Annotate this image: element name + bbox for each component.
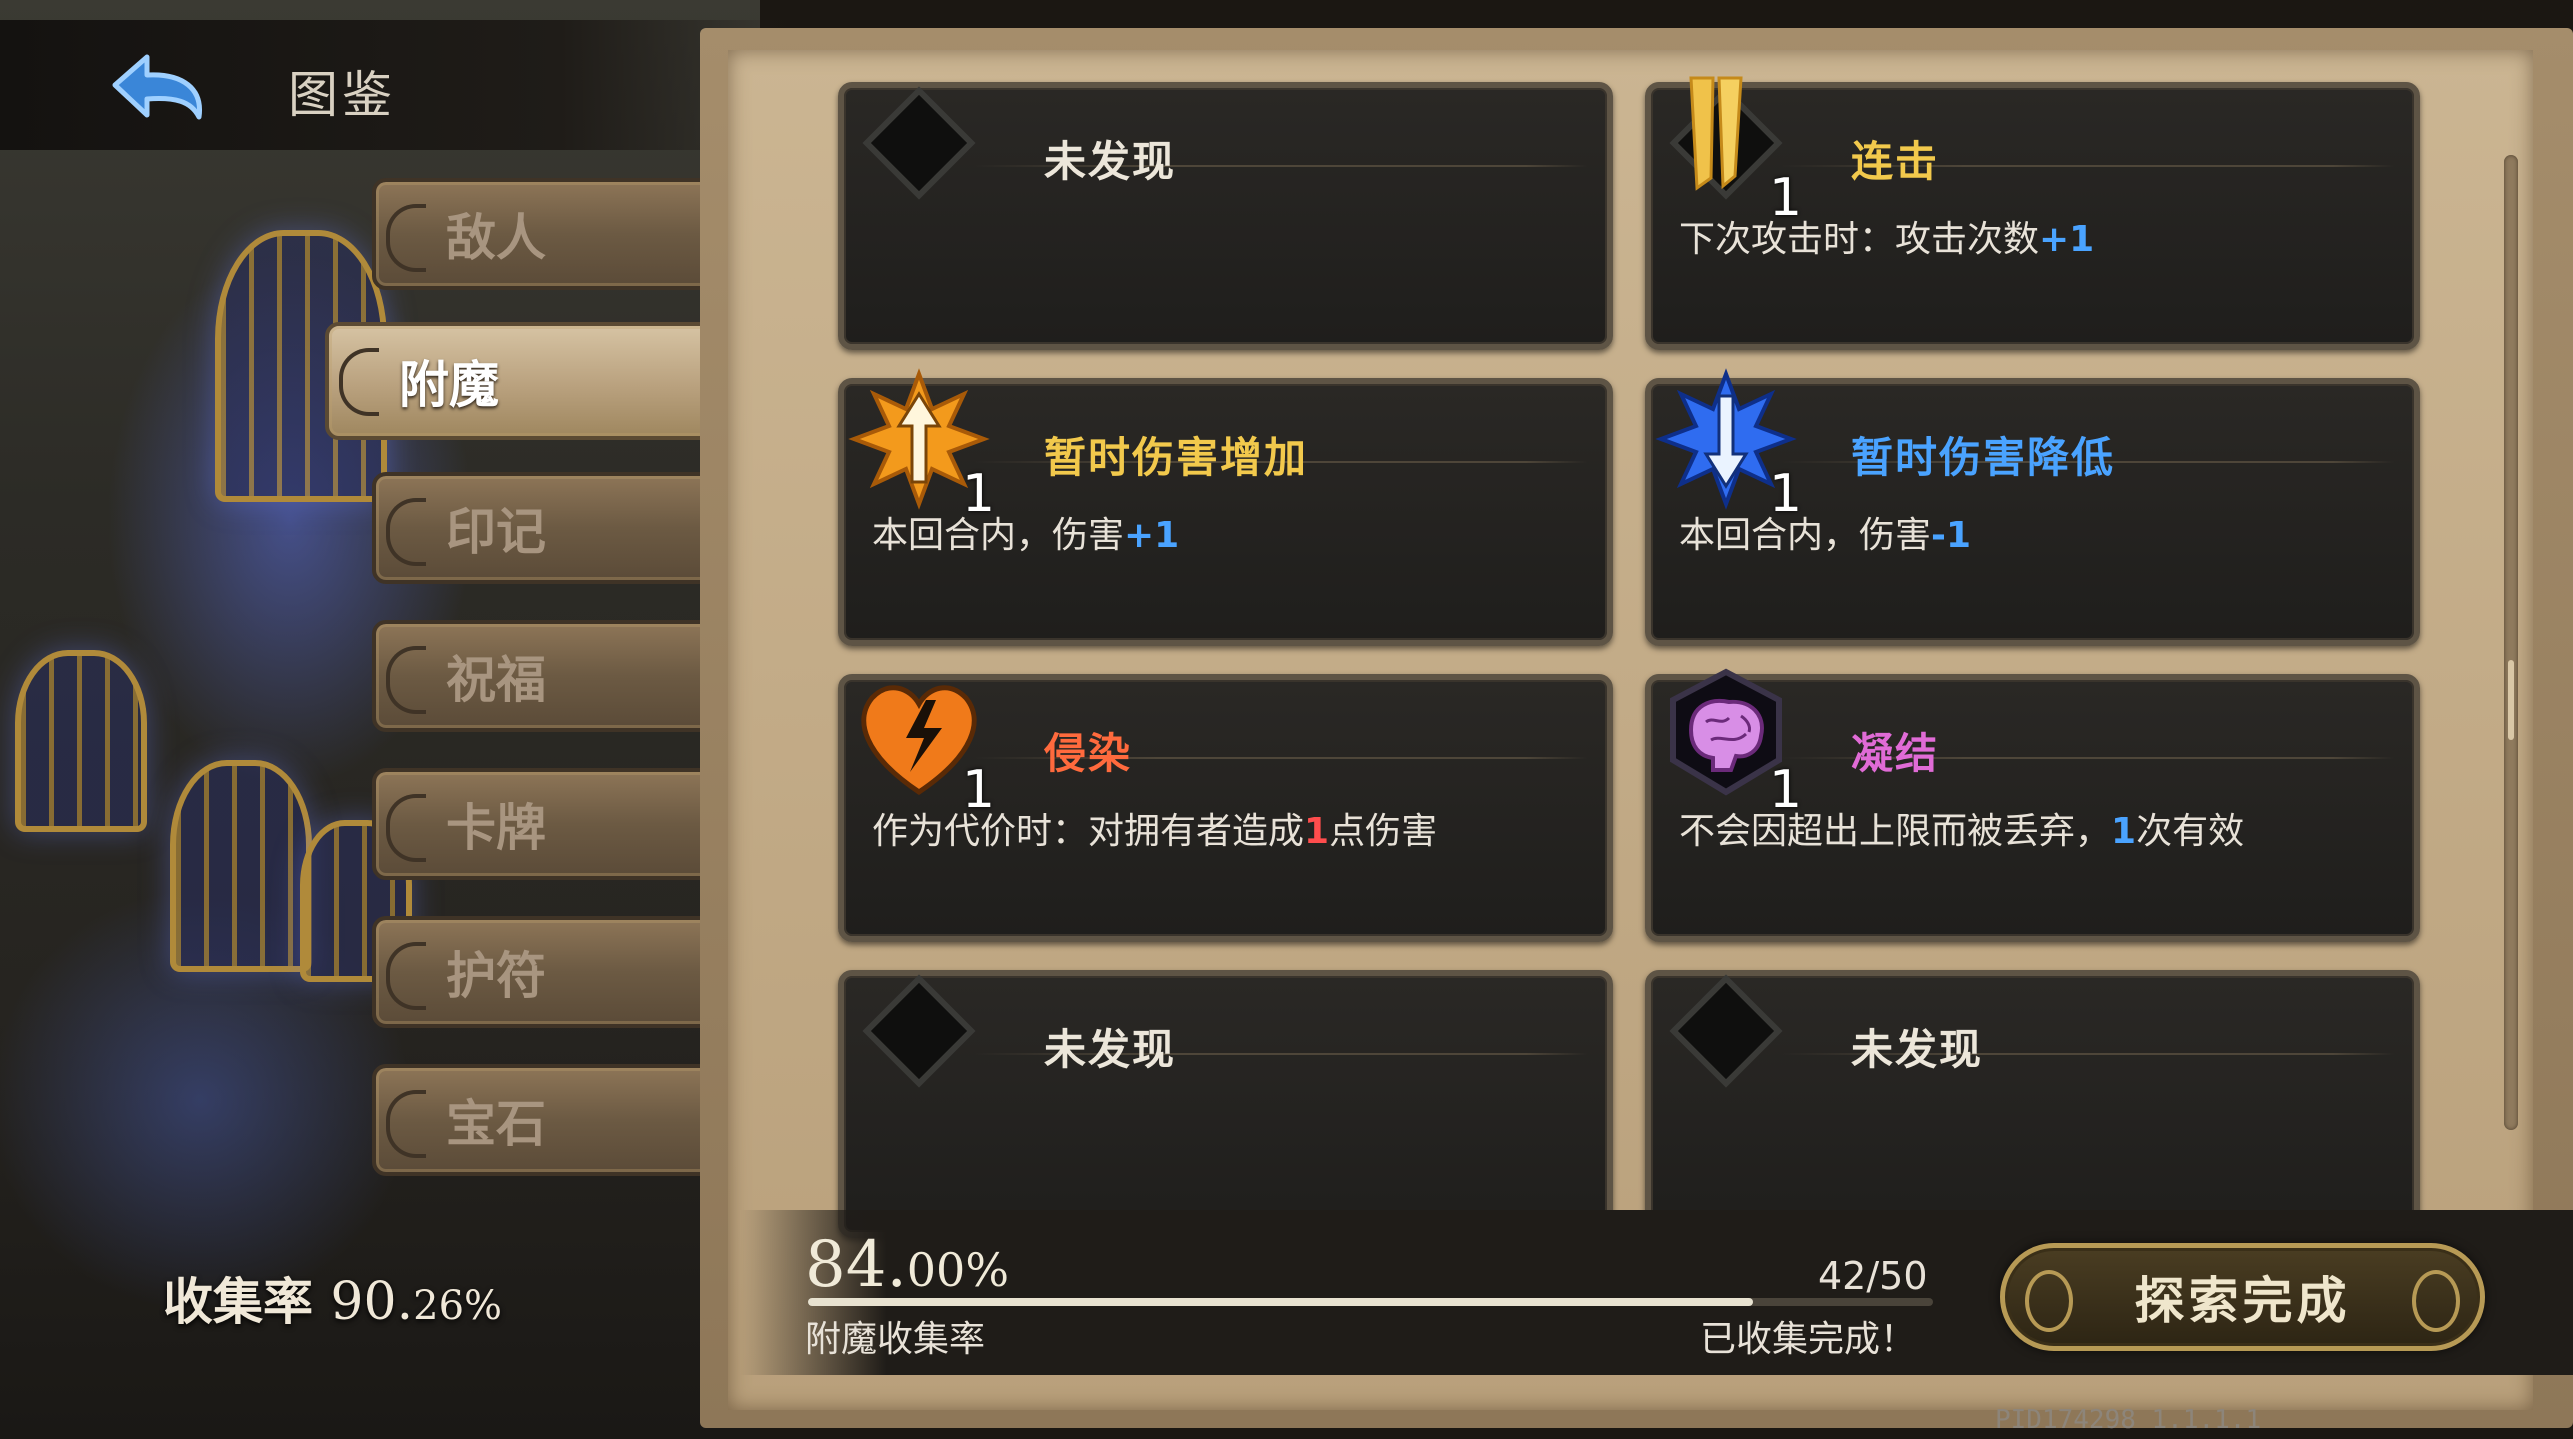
card-description: 作为代价时：对拥有者造成1点伤害 [872,811,1438,852]
card-title: 未发现 [1851,1025,1984,1074]
unknown-diamond-icon [862,974,976,1088]
lantern-cage [170,760,312,972]
progress-label: 附魔收集率 [805,1319,986,1360]
card-description: 下次攻击时：攻击次数+1 [1679,219,2095,260]
back-button[interactable] [95,45,215,135]
enchant-card[interactable]: 1 凝结 不会因超出上限而被丢弃，1次有效 [1645,668,2420,942]
ornament-icon [2412,1270,2460,1332]
progress-fill [808,1298,1753,1306]
tab-label: 附魔 [399,355,499,414]
enchant-collection-percent: 84.00% [805,1228,1010,1302]
card-description: 不会因超出上限而被丢弃，1次有效 [1679,811,2245,852]
tab-amulets[interactable]: 护符 [372,916,717,1028]
card-title: 连击 [1851,137,1940,186]
page-title: 图鉴 [288,66,396,124]
enchant-card[interactable]: 未发现 [838,970,1613,1238]
tab-label: 宝石 [446,1094,546,1153]
card-description: 本回合内，伤害+1 [872,515,1180,556]
collection-label: 收集率 [163,1272,313,1331]
enchant-card[interactable]: 1 暂时伤害增加 本回合内，伤害+1 [838,368,1613,646]
card-description: 本回合内，伤害-1 [1679,515,1972,556]
tab-marks[interactable]: 印记 [372,472,717,584]
enchant-card[interactable]: 未发现 [838,82,1613,350]
card-title: 凝结 [1851,729,1940,778]
unknown-diamond-icon [862,86,976,200]
button-label: 探索完成 [2134,1271,2351,1330]
card-title: 侵染 [1044,729,1133,778]
tab-enemies[interactable]: 敌人 [372,178,717,290]
scrollbar[interactable] [2504,155,2518,1130]
enchant-card[interactable]: 1 暂时伤害降低 本回合内，伤害-1 [1645,368,2420,646]
tab-label: 敌人 [446,208,546,267]
card-title: 暂时伤害增加 [1044,433,1309,482]
tab-cards[interactable]: 卡牌 [372,768,717,880]
progress-status: 已收集完成！ [1700,1319,1917,1360]
tab-label: 卡牌 [446,798,546,857]
explore-complete-button[interactable]: 探索完成 [2000,1243,2485,1351]
total-collection-rate: 收集率 90.26% [163,1262,502,1334]
back-arrow-icon [112,54,202,120]
tab-label: 护符 [446,946,546,1005]
tab-label: 印记 [446,502,546,561]
collection-value: 90.26% [330,1272,503,1332]
card-title: 未发现 [1044,137,1177,186]
tab-gems[interactable]: 宝石 [372,1064,717,1176]
enchant-card[interactable]: 1 连击 下次攻击时：攻击次数+1 [1645,76,2420,350]
lantern-cage [15,650,147,832]
enchant-card[interactable]: 未发现 [1645,970,2420,1238]
tab-enchantments[interactable]: 附魔 [325,322,715,440]
tab-blessings[interactable]: 祝福 [372,620,717,732]
scrollbar-thumb[interactable] [2508,660,2514,740]
enchant-card[interactable]: 1 侵染 作为代价时：对拥有者造成1点伤害 [838,674,1613,942]
ornament-icon [2025,1270,2073,1332]
card-title: 暂时伤害降低 [1851,433,2116,482]
unknown-diamond-icon [1669,974,1783,1088]
collection-count: 42/50 [1818,1254,1928,1298]
version-label: PID174298 1.1.1.1 [1995,1405,2262,1435]
card-title: 未发现 [1044,1025,1177,1074]
tab-label: 祝福 [446,650,546,709]
